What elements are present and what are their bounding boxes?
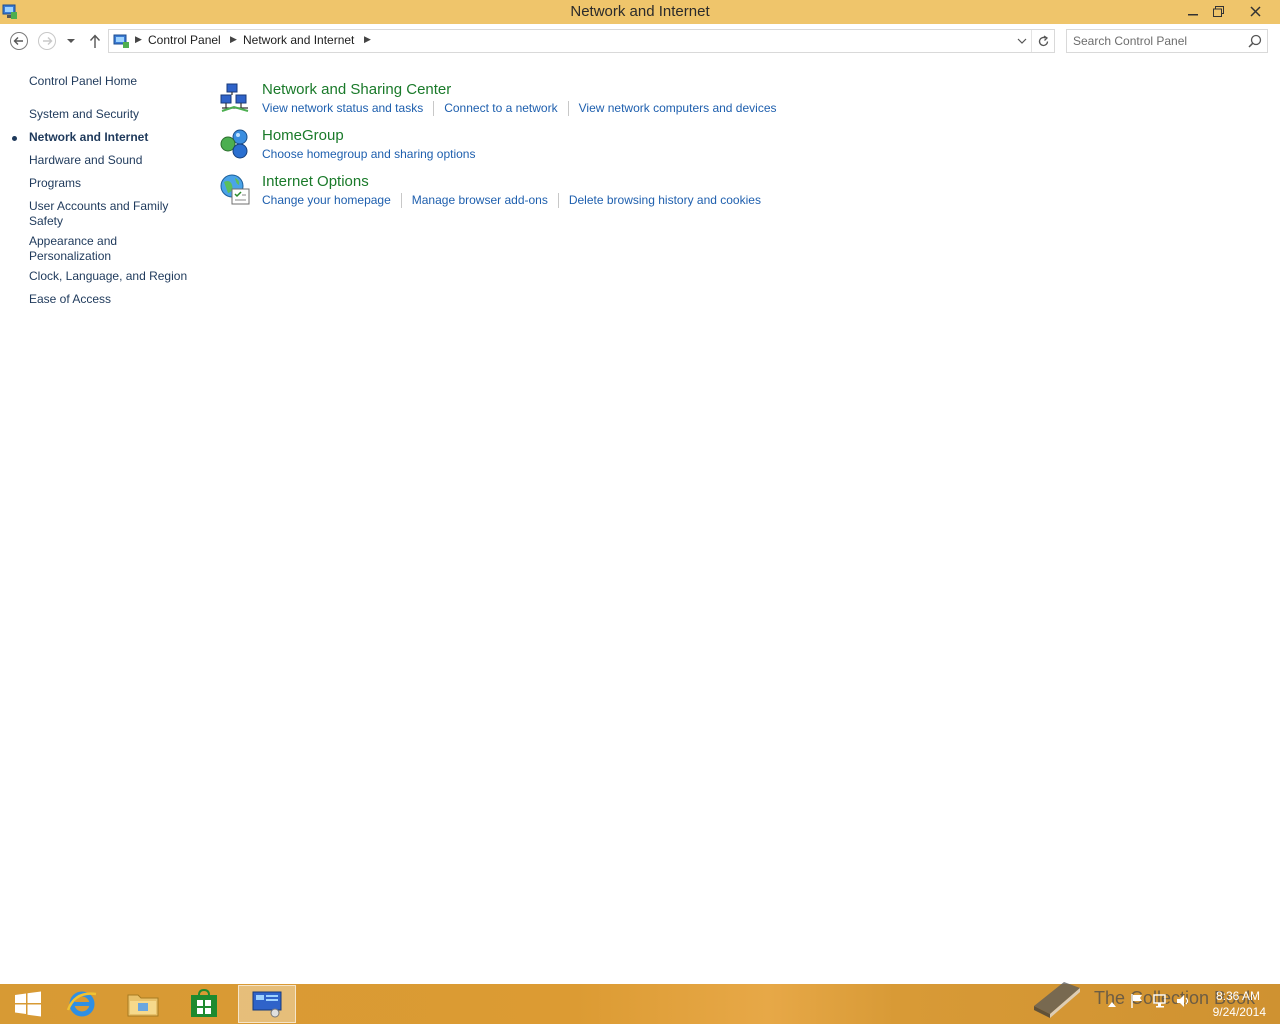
divider (557, 193, 559, 209)
active-bullet-icon (12, 136, 17, 141)
control-panel-taskbar-icon[interactable] (238, 985, 296, 1023)
network-icon[interactable] (1153, 993, 1169, 1012)
divider (567, 101, 569, 117)
sidebar-item-hardware-sound[interactable]: Hardware and Sound (29, 153, 199, 168)
sidebar-item-network-internet[interactable]: Network and Internet (29, 130, 199, 145)
breadcrumb-control-panel[interactable]: Control Panel (148, 33, 221, 47)
internet-options-icon[interactable] (218, 173, 252, 207)
link-connect-network[interactable]: Connect to a network (444, 101, 557, 115)
link-manage-addons[interactable]: Manage browser add-ons (412, 193, 548, 207)
back-button[interactable] (9, 31, 29, 51)
search-input[interactable] (1073, 33, 1238, 48)
category-links: View network status and tasks Connect to … (262, 101, 777, 117)
chevron-right-icon[interactable]: ▶ (364, 34, 371, 45)
breadcrumb-network-internet[interactable]: Network and Internet (243, 33, 354, 47)
close-button[interactable] (1232, 0, 1278, 22)
category-links: Choose homegroup and sharing options (262, 147, 475, 161)
link-delete-history[interactable]: Delete browsing history and cookies (569, 193, 761, 207)
category-network-sharing: Network and Sharing Center View network … (218, 81, 1218, 125)
sidebar-item-ease-of-access[interactable]: Ease of Access (29, 292, 199, 307)
divider (400, 193, 402, 209)
category-links: Change your homepage Manage browser add-o… (262, 193, 761, 209)
volume-icon[interactable] (1176, 993, 1192, 1012)
sidebar-item-system-security[interactable]: System and Security (29, 107, 199, 122)
category-title[interactable]: Network and Sharing Center (262, 81, 451, 98)
restore-button[interactable] (1205, 0, 1231, 22)
link-view-network-status[interactable]: View network status and tasks (262, 101, 423, 115)
divider (433, 101, 435, 117)
chevron-right-icon[interactable]: ▶ (135, 34, 142, 45)
link-homegroup-sharing[interactable]: Choose homegroup and sharing options (262, 147, 475, 161)
show-hidden-icons-icon[interactable] (1107, 997, 1117, 1011)
window-title: Network and Internet (570, 3, 710, 20)
internet-explorer-icon[interactable] (54, 985, 109, 1023)
sidebar-item-clock-language[interactable]: Clock, Language, and Region (29, 269, 199, 284)
minimize-button[interactable] (1180, 0, 1206, 22)
recent-locations-button[interactable] (64, 31, 78, 51)
address-bar[interactable]: ▶ Control Panel ▶ Network and Internet ▶ (108, 29, 1055, 53)
category-title[interactable]: Internet Options (262, 173, 369, 190)
file-explorer-icon[interactable] (115, 985, 170, 1023)
category-title[interactable]: HomeGroup (262, 127, 344, 144)
store-icon[interactable] (176, 985, 231, 1023)
refresh-button[interactable] (1031, 30, 1054, 52)
category-internet-options: Internet Options Change your homepage Man… (218, 173, 1218, 217)
title-bar: Network and Internet (0, 0, 1280, 24)
start-button[interactable] (0, 985, 55, 1023)
search-icon[interactable] (1248, 34, 1262, 48)
book-icon (1034, 982, 1080, 1018)
navigation-bar: ▶ Control Panel ▶ Network and Internet ▶ (0, 24, 1280, 58)
chevron-right-icon[interactable]: ▶ (230, 34, 237, 45)
control-panel-icon (113, 32, 131, 50)
sidebar-item-control-panel-home[interactable]: Control Panel Home (29, 74, 199, 89)
sidebar-item-programs[interactable]: Programs (29, 176, 199, 191)
sidebar-item-user-accounts[interactable]: User Accounts and Family Safety (29, 199, 179, 229)
up-button[interactable] (85, 31, 105, 51)
homegroup-icon[interactable] (218, 127, 252, 161)
network-sharing-icon[interactable] (218, 81, 252, 115)
category-homegroup: HomeGroup Choose homegroup and sharing o… (218, 127, 1218, 171)
clock-date[interactable]: 9/24/2014 (1196, 1005, 1266, 1019)
clock-time[interactable]: 8:36 AM (1196, 989, 1260, 1003)
forward-button[interactable] (37, 31, 57, 51)
sidebar-item-appearance[interactable]: Appearance and Personalization (29, 234, 139, 264)
search-box[interactable] (1066, 29, 1268, 53)
action-center-flag-icon[interactable] (1130, 993, 1144, 1012)
address-dropdown-button[interactable] (1013, 30, 1031, 52)
link-view-network-computers[interactable]: View network computers and devices (579, 101, 777, 115)
link-change-homepage[interactable]: Change your homepage (262, 193, 391, 207)
